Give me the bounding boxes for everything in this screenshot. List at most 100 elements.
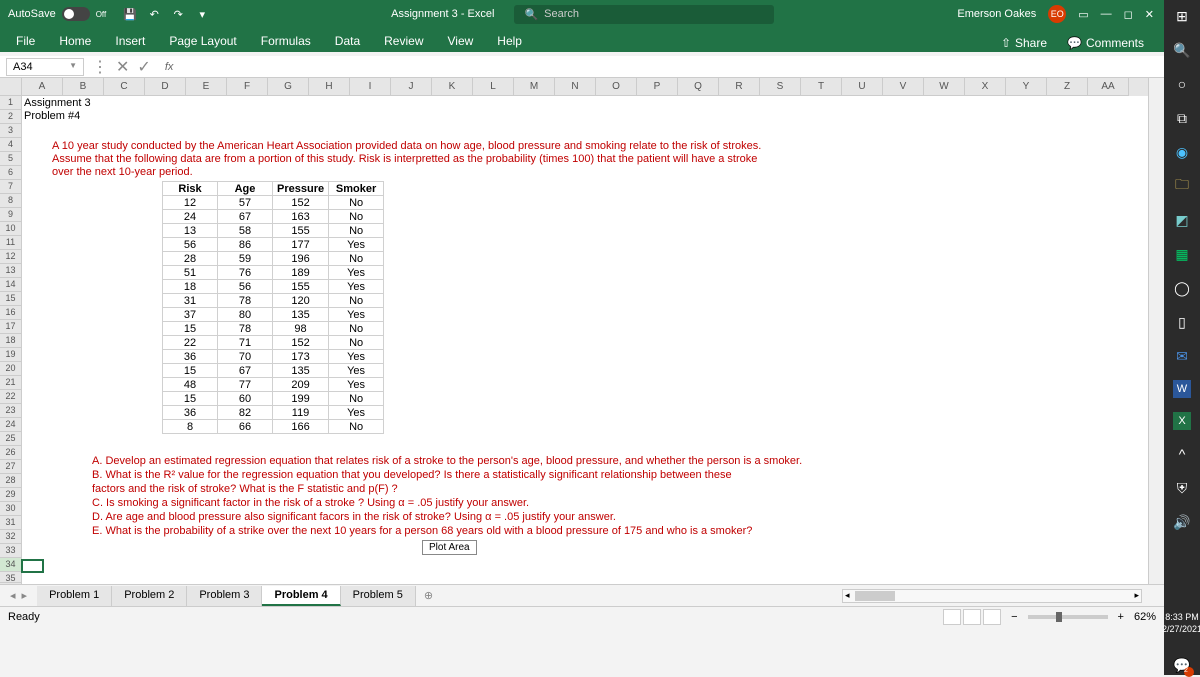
column-header-E[interactable]: E (186, 78, 227, 96)
sheet-nav-prev-icon[interactable]: ◂ (10, 589, 16, 602)
redo-icon[interactable]: ↷ (170, 6, 186, 22)
row-header-13[interactable]: 13 (0, 264, 22, 278)
column-header-D[interactable]: D (145, 78, 186, 96)
minimize-icon[interactable]: — (1101, 8, 1112, 20)
cortana-icon[interactable]: ○ (1172, 74, 1192, 94)
column-header-S[interactable]: S (760, 78, 801, 96)
cell-a2[interactable]: Problem #4 (22, 110, 1148, 124)
row-header-32[interactable]: 32 (0, 530, 22, 544)
mail-icon[interactable]: ✉ (1172, 346, 1192, 366)
row-header-29[interactable]: 29 (0, 488, 22, 502)
row-header-33[interactable]: 33 (0, 544, 22, 558)
column-header-M[interactable]: M (514, 78, 555, 96)
photos-icon[interactable]: ◩ (1172, 210, 1192, 230)
row-header-20[interactable]: 20 (0, 362, 22, 376)
enter-formula-icon[interactable]: ✓ (137, 57, 150, 77)
row-header-3[interactable]: 3 (0, 124, 22, 138)
column-header-G[interactable]: G (268, 78, 309, 96)
column-header-P[interactable]: P (637, 78, 678, 96)
autosave-toggle[interactable] (62, 7, 90, 21)
horizontal-scrollbar[interactable]: ◂ ▸ (842, 589, 1142, 603)
column-header-B[interactable]: B (63, 78, 104, 96)
row-header-14[interactable]: 14 (0, 278, 22, 292)
column-header-H[interactable]: H (309, 78, 350, 96)
taskbar-search-icon[interactable]: 🔍 (1172, 40, 1192, 60)
ribbon-display-icon[interactable]: ▭ (1078, 8, 1088, 21)
column-header-Q[interactable]: Q (678, 78, 719, 96)
sheet-tab-problem-4[interactable]: Problem 4 (262, 586, 340, 606)
row-header-11[interactable]: 11 (0, 236, 22, 250)
page-layout-view-button[interactable] (963, 609, 981, 625)
row-header-18[interactable]: 18 (0, 334, 22, 348)
save-icon[interactable]: 💾 (122, 6, 138, 22)
column-header-C[interactable]: C (104, 78, 145, 96)
taskbar-chevron-icon[interactable]: ^ (1172, 444, 1192, 464)
search-input[interactable]: 🔍 Search (514, 5, 774, 24)
cancel-formula-icon[interactable]: ✕ (116, 57, 129, 77)
column-header-O[interactable]: O (596, 78, 637, 96)
column-header-J[interactable]: J (391, 78, 432, 96)
chrome-icon[interactable]: ◯ (1172, 278, 1192, 298)
row-header-8[interactable]: 8 (0, 194, 22, 208)
windows-start-icon[interactable]: ⊞ (1172, 6, 1192, 26)
excel-icon[interactable]: X (1173, 412, 1191, 430)
zoom-level[interactable]: 62% (1134, 611, 1156, 623)
row-header-31[interactable]: 31 (0, 516, 22, 530)
name-box[interactable]: A34 ▼ (6, 58, 84, 76)
page-break-view-button[interactable] (983, 609, 1001, 625)
ribbon-tab-help[interactable]: Help (485, 30, 534, 52)
edge-icon[interactable]: ◉ (1172, 142, 1192, 162)
column-header-W[interactable]: W (924, 78, 965, 96)
scroll-right-icon[interactable]: ▸ (1134, 590, 1139, 601)
column-header-AA[interactable]: AA (1088, 78, 1129, 96)
row-header-34[interactable]: 34 (0, 558, 22, 572)
row-header-28[interactable]: 28 (0, 474, 22, 488)
ribbon-tab-home[interactable]: Home (47, 30, 103, 52)
document-icon[interactable]: ▯ (1172, 312, 1192, 332)
row-header-6[interactable]: 6 (0, 166, 22, 180)
row-header-22[interactable]: 22 (0, 390, 22, 404)
row-header-16[interactable]: 16 (0, 306, 22, 320)
customize-qat-icon[interactable]: ▾ (194, 6, 210, 22)
row-header-5[interactable]: 5 (0, 152, 22, 166)
column-header-L[interactable]: L (473, 78, 514, 96)
security-icon[interactable]: ⛨ (1172, 478, 1192, 498)
user-avatar[interactable]: EO (1048, 5, 1066, 23)
data-table[interactable]: RiskAgePressureSmoker1257152No2467163No1… (162, 181, 384, 434)
normal-view-button[interactable] (943, 609, 961, 625)
sheet-tab-problem-3[interactable]: Problem 3 (187, 586, 262, 606)
column-header-I[interactable]: I (350, 78, 391, 96)
add-sheet-button[interactable]: ⊕ (416, 589, 441, 602)
row-header-27[interactable]: 27 (0, 460, 22, 474)
select-all-corner[interactable] (0, 78, 22, 96)
file-explorer-icon[interactable]: 🗀 (1172, 176, 1192, 196)
row-header-4[interactable]: 4 (0, 138, 22, 152)
zoom-slider[interactable] (1028, 615, 1108, 619)
ribbon-tab-data[interactable]: Data (323, 30, 372, 52)
volume-icon[interactable]: 🔊 (1172, 512, 1192, 532)
ribbon-tab-file[interactable]: File (4, 30, 47, 52)
sheet-tab-problem-2[interactable]: Problem 2 (112, 586, 187, 606)
column-header-X[interactable]: X (965, 78, 1006, 96)
column-header-R[interactable]: R (719, 78, 760, 96)
row-header-15[interactable]: 15 (0, 292, 22, 306)
spreadsheet-grid[interactable]: Assignment 3 Problem #4 A 10 year study … (22, 96, 1148, 626)
sheet-tab-problem-1[interactable]: Problem 1 (37, 586, 112, 606)
ribbon-tab-formulas[interactable]: Formulas (249, 30, 323, 52)
undo-icon[interactable]: ↶ (146, 6, 162, 22)
ribbon-tab-page-layout[interactable]: Page Layout (157, 30, 248, 52)
column-header-Z[interactable]: Z (1047, 78, 1088, 96)
sheet-nav-next-icon[interactable]: ▸ (22, 589, 28, 602)
taskbar-date[interactable]: 2/27/2021 (1162, 623, 1200, 635)
row-header-10[interactable]: 10 (0, 222, 22, 236)
row-header-24[interactable]: 24 (0, 418, 22, 432)
taskbar-time[interactable]: 8:33 PM (1162, 611, 1200, 623)
task-view-icon[interactable]: ⧉ (1172, 108, 1192, 128)
app-icon[interactable]: ▦ (1172, 244, 1192, 264)
close-icon[interactable]: ✕ (1145, 8, 1154, 21)
more-icon[interactable]: ⋮ (92, 57, 108, 77)
row-header-35[interactable]: 35 (0, 572, 22, 583)
cell-a1[interactable]: Assignment 3 (22, 96, 1148, 110)
ribbon-tab-insert[interactable]: Insert (103, 30, 157, 52)
row-header-9[interactable]: 9 (0, 208, 22, 222)
